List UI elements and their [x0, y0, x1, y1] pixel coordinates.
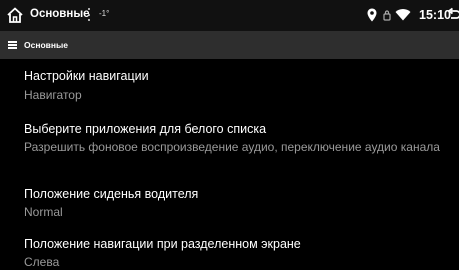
item-subtitle: Навигатор	[24, 88, 82, 102]
list-item[interactable]: Выберите приложения для белого списка Ра…	[0, 118, 459, 180]
location-icon	[367, 8, 377, 22]
list-item[interactable]: Положение сиденья водителя Normal	[0, 183, 459, 231]
item-title: Настройки навигации	[24, 69, 149, 83]
home-icon[interactable]	[6, 6, 24, 24]
more-vert-icon[interactable]	[87, 8, 91, 23]
menu-icon[interactable]	[8, 41, 17, 49]
list-item[interactable]: Положение навигации при разделенном экра…	[0, 233, 459, 270]
toolbar-title: Основные	[24, 40, 69, 50]
app-title: Основные	[30, 8, 90, 20]
list-item[interactable]: Настройки навигации Навигатор	[0, 59, 459, 107]
wifi-icon	[395, 9, 411, 21]
item-subtitle: Слева	[24, 255, 60, 269]
wifi-lock-icon	[383, 10, 391, 21]
item-title: Выберите приложения для белого списка	[24, 122, 267, 136]
item-title: Положение сиденья водителя	[24, 187, 199, 201]
status-bar: Основные -1° 15:10	[0, 0, 459, 31]
toolbar: Основные	[0, 31, 459, 59]
temperature: -1°	[99, 9, 110, 18]
item-subtitle: Разрешить фоновое воспроизведение аудио,…	[24, 140, 440, 154]
item-subtitle: Normal	[24, 205, 63, 219]
item-title: Положение навигации при разделенном экра…	[24, 237, 301, 251]
back-icon[interactable]	[447, 7, 459, 22]
